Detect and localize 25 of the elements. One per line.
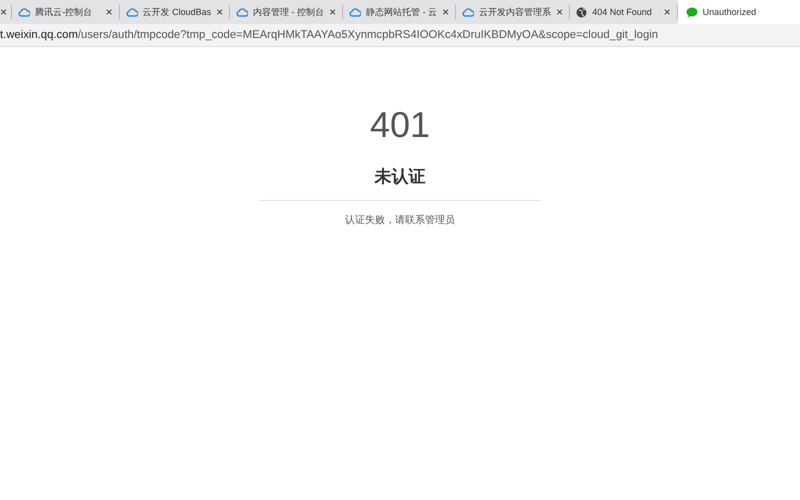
cloud-icon	[126, 7, 138, 17]
error-message: 认证失败，请联系管理员	[345, 214, 455, 227]
cloud-icon	[18, 7, 30, 17]
browser-tab[interactable]: 静态网站托管 - 云 ×	[343, 5, 456, 19]
globe-icon	[576, 6, 588, 18]
error-title: 未认证	[374, 166, 426, 188]
cloud-icon	[462, 7, 474, 17]
close-button[interactable]: ×	[664, 6, 671, 18]
chat-icon	[686, 6, 698, 18]
close-button[interactable]: ×	[442, 6, 450, 18]
close-button[interactable]: ×	[216, 6, 224, 18]
browser-tab[interactable]: 云开发 CloudBas ×	[120, 5, 230, 19]
browser-tab[interactable]: 腾讯云-控制台 ×	[12, 5, 120, 19]
browser-tab[interactable]: 云开发内容管理系 ×	[456, 5, 570, 19]
close-button[interactable]: ×	[329, 6, 336, 18]
error-code: 401	[370, 107, 430, 143]
address-bar[interactable]: t.weixin.qq.com/users/auth/tmpcode?tmp_code=MEArqHMkTAAYAo5XynmcpbRS4IOOKc4xDruIKBDMyOA&scope=cloud_git_login	[0, 24, 800, 47]
browser-tab[interactable]: 404 Not Found ×	[570, 5, 678, 19]
cloud-icon	[236, 7, 248, 17]
close-button[interactable]: ×	[106, 6, 113, 18]
browser-tab[interactable]: Unauthorized	[678, 0, 800, 24]
close-button[interactable]: ×	[556, 6, 564, 18]
close-button[interactable]: ×	[0, 6, 8, 18]
browser-tab[interactable]: 内容管理 - 控制台 ×	[230, 5, 344, 19]
cloud-icon	[349, 7, 362, 17]
